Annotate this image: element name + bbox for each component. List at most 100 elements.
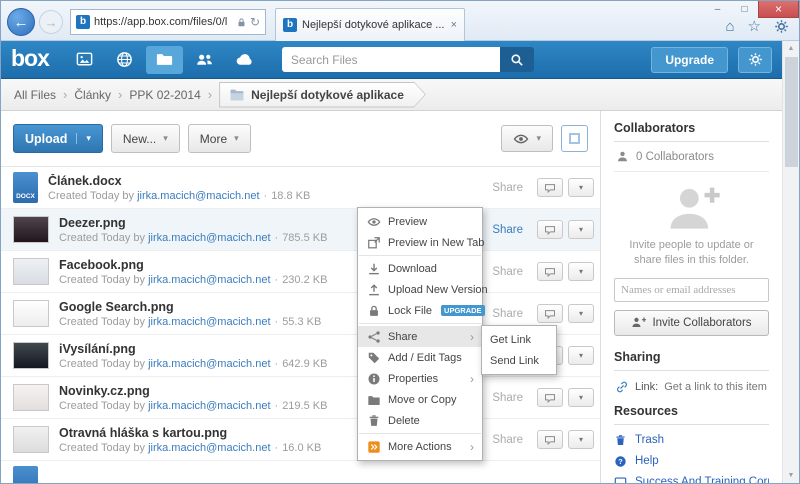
details-toggle-button[interactable] (561, 125, 588, 152)
file-row-deezer-png[interactable]: Deezer.png Created Today by jirka.macich… (1, 209, 600, 251)
upgrade-button[interactable]: Upgrade (651, 47, 728, 73)
nav-apps-button[interactable] (106, 46, 143, 74)
search-input[interactable] (282, 47, 500, 72)
resource-link-trash[interactable]: Trash (614, 434, 769, 447)
back-button[interactable]: ← (7, 8, 35, 36)
menu-item-lock-file[interactable]: Lock File UPGRADE (358, 300, 482, 321)
owner-email-link[interactable]: jirka.macich@macich.net (148, 358, 270, 370)
settings-button[interactable] (738, 47, 772, 73)
resource-link-help[interactable]: ?Help (614, 455, 769, 468)
person-add-icon (631, 316, 646, 329)
comment-button[interactable] (537, 304, 563, 323)
row-menu-button[interactable]: ▾ (568, 178, 594, 197)
owner-email-link[interactable]: jirka.macich@macich.net (148, 442, 270, 454)
breadcrumb-all-files[interactable]: All Files (14, 88, 56, 102)
comment-button[interactable] (537, 430, 563, 449)
file-row-facebook-png[interactable]: Facebook.png Created Today by jirka.maci… (1, 251, 600, 293)
get-link-text[interactable]: Get a link to this item (664, 381, 767, 393)
share-link[interactable]: Share (492, 266, 523, 278)
owner-email-link[interactable]: jirka.macich@macich.net (148, 232, 270, 244)
comment-button[interactable] (537, 388, 563, 407)
breadcrumb-ppk-02-2014[interactable]: PPK 02-2014 (129, 88, 200, 102)
nav-collaborators-button[interactable] (186, 46, 223, 74)
share-link[interactable]: Share (492, 434, 523, 446)
file-row-novinky-cz-png[interactable]: Novinky.cz.png Created Today by jirka.ma… (1, 377, 600, 419)
row-menu-button[interactable]: ▾ (568, 346, 594, 365)
file-row-partial[interactable] (1, 461, 600, 483)
share-link[interactable]: Share (492, 308, 523, 320)
new-tab-icon (366, 236, 381, 250)
file-name[interactable]: Článek.docx (48, 174, 482, 188)
row-menu-button[interactable]: ▾ (568, 304, 594, 323)
owner-email-link[interactable]: jirka.macich@macich.net (148, 274, 270, 286)
new-button[interactable]: New... ▾ (111, 124, 180, 153)
refresh-icon[interactable]: ↻ (250, 16, 260, 28)
upload-button[interactable]: Upload ▾ (13, 124, 103, 153)
share-link[interactable]: Share (492, 392, 523, 404)
share-link[interactable]: Share (492, 182, 523, 194)
nav-updates-button[interactable] (66, 46, 103, 74)
minimize-button[interactable]: – (704, 1, 731, 18)
nav-sync-button[interactable] (226, 46, 263, 74)
caret-down-icon: ▾ (76, 133, 91, 144)
caret-down-icon: ▾ (536, 133, 541, 144)
menu-item-download[interactable]: Download (358, 258, 482, 279)
menu-item-properties[interactable]: Properties › (358, 368, 482, 389)
separator-dot: · (264, 190, 268, 202)
submenu-item-send-link[interactable]: Send Link (482, 350, 556, 371)
nav-files-button[interactable] (146, 46, 183, 74)
details-icon (569, 133, 580, 144)
home-icon[interactable]: ⌂ (725, 19, 734, 34)
vertical-scrollbar[interactable]: ▲ ▼ (782, 41, 799, 483)
view-options-button[interactable]: ▾ (501, 125, 553, 152)
comment-button[interactable] (537, 220, 563, 239)
scroll-down-icon[interactable]: ▼ (783, 468, 799, 483)
forward-button[interactable]: → (39, 10, 63, 34)
window-controls: – □ × (704, 1, 799, 18)
menu-item-preview-in-new-tab[interactable]: Preview in New Tab (358, 232, 482, 253)
close-window-button[interactable]: × (758, 1, 799, 18)
row-menu-button[interactable]: ▾ (568, 430, 594, 449)
maximize-button[interactable]: □ (731, 1, 758, 18)
scroll-up-icon[interactable]: ▲ (783, 41, 799, 56)
comment-button[interactable] (537, 178, 563, 197)
invite-collaborators-button[interactable]: Invite Collaborators (614, 310, 769, 336)
tab-close-icon[interactable]: × (451, 19, 457, 31)
row-actions: Share ▾ (492, 304, 594, 323)
file-row-otravn-hl-ka-s-kartou-png[interactable]: Otravná hláška s kartou.png Created Toda… (1, 419, 600, 461)
menu-item-add-edit-tags[interactable]: Add / Edit Tags (358, 347, 482, 368)
owner-email-link[interactable]: jirka.macich@macich.net (148, 400, 270, 412)
menu-item-preview[interactable]: Preview (358, 211, 482, 232)
apps-icon (115, 50, 134, 69)
share-link[interactable]: Share (492, 224, 523, 236)
invite-input[interactable] (614, 278, 769, 302)
star-icon[interactable]: ☆ (748, 19, 761, 34)
submenu-item-get-link[interactable]: Get Link (482, 329, 556, 350)
browser-tab[interactable]: b Nejlepší dotykové aplikace ... × (275, 8, 465, 41)
comment-button[interactable] (537, 262, 563, 281)
menu-item-more-actions[interactable]: More Actions › (358, 436, 482, 457)
search-button[interactable] (500, 47, 534, 72)
owner-email-link[interactable]: jirka.macich@macich.net (148, 316, 270, 328)
scrollbar-thumb[interactable] (785, 57, 798, 167)
file-row-l-nek-docx[interactable]: DOCX Článek.docx Created Today by jirka.… (1, 167, 600, 209)
browser-settings-gear-icon[interactable] (774, 19, 789, 34)
owner-email-link[interactable]: jirka.macich@macich.net (137, 190, 259, 202)
address-bar[interactable]: b https://app.box.com/files/0/l ↻ (70, 9, 266, 35)
row-menu-button[interactable]: ▾ (568, 220, 594, 239)
menu-item-share[interactable]: Share › (358, 326, 482, 347)
breadcrumb-l-nky[interactable]: Články (74, 88, 111, 102)
menu-item-delete[interactable]: Delete (358, 410, 482, 431)
resource-link-success-and-training-corner[interactable]: Success And Training Corner (614, 476, 769, 483)
row-menu-button[interactable]: ▾ (568, 262, 594, 281)
box-logo[interactable]: box (11, 45, 49, 72)
tag-icon (366, 351, 381, 365)
row-menu-button[interactable]: ▾ (568, 388, 594, 407)
more-button[interactable]: More ▾ (188, 124, 251, 153)
menu-item-upload-new-version[interactable]: Upload New Version (358, 279, 482, 300)
caret-down-icon: ▾ (579, 309, 583, 318)
url-text[interactable]: https://app.box.com/files/0/l (94, 16, 233, 28)
download-icon (366, 262, 381, 276)
menu-item-move-or-copy[interactable]: Move or Copy (358, 389, 482, 410)
menu-divider (359, 433, 481, 434)
